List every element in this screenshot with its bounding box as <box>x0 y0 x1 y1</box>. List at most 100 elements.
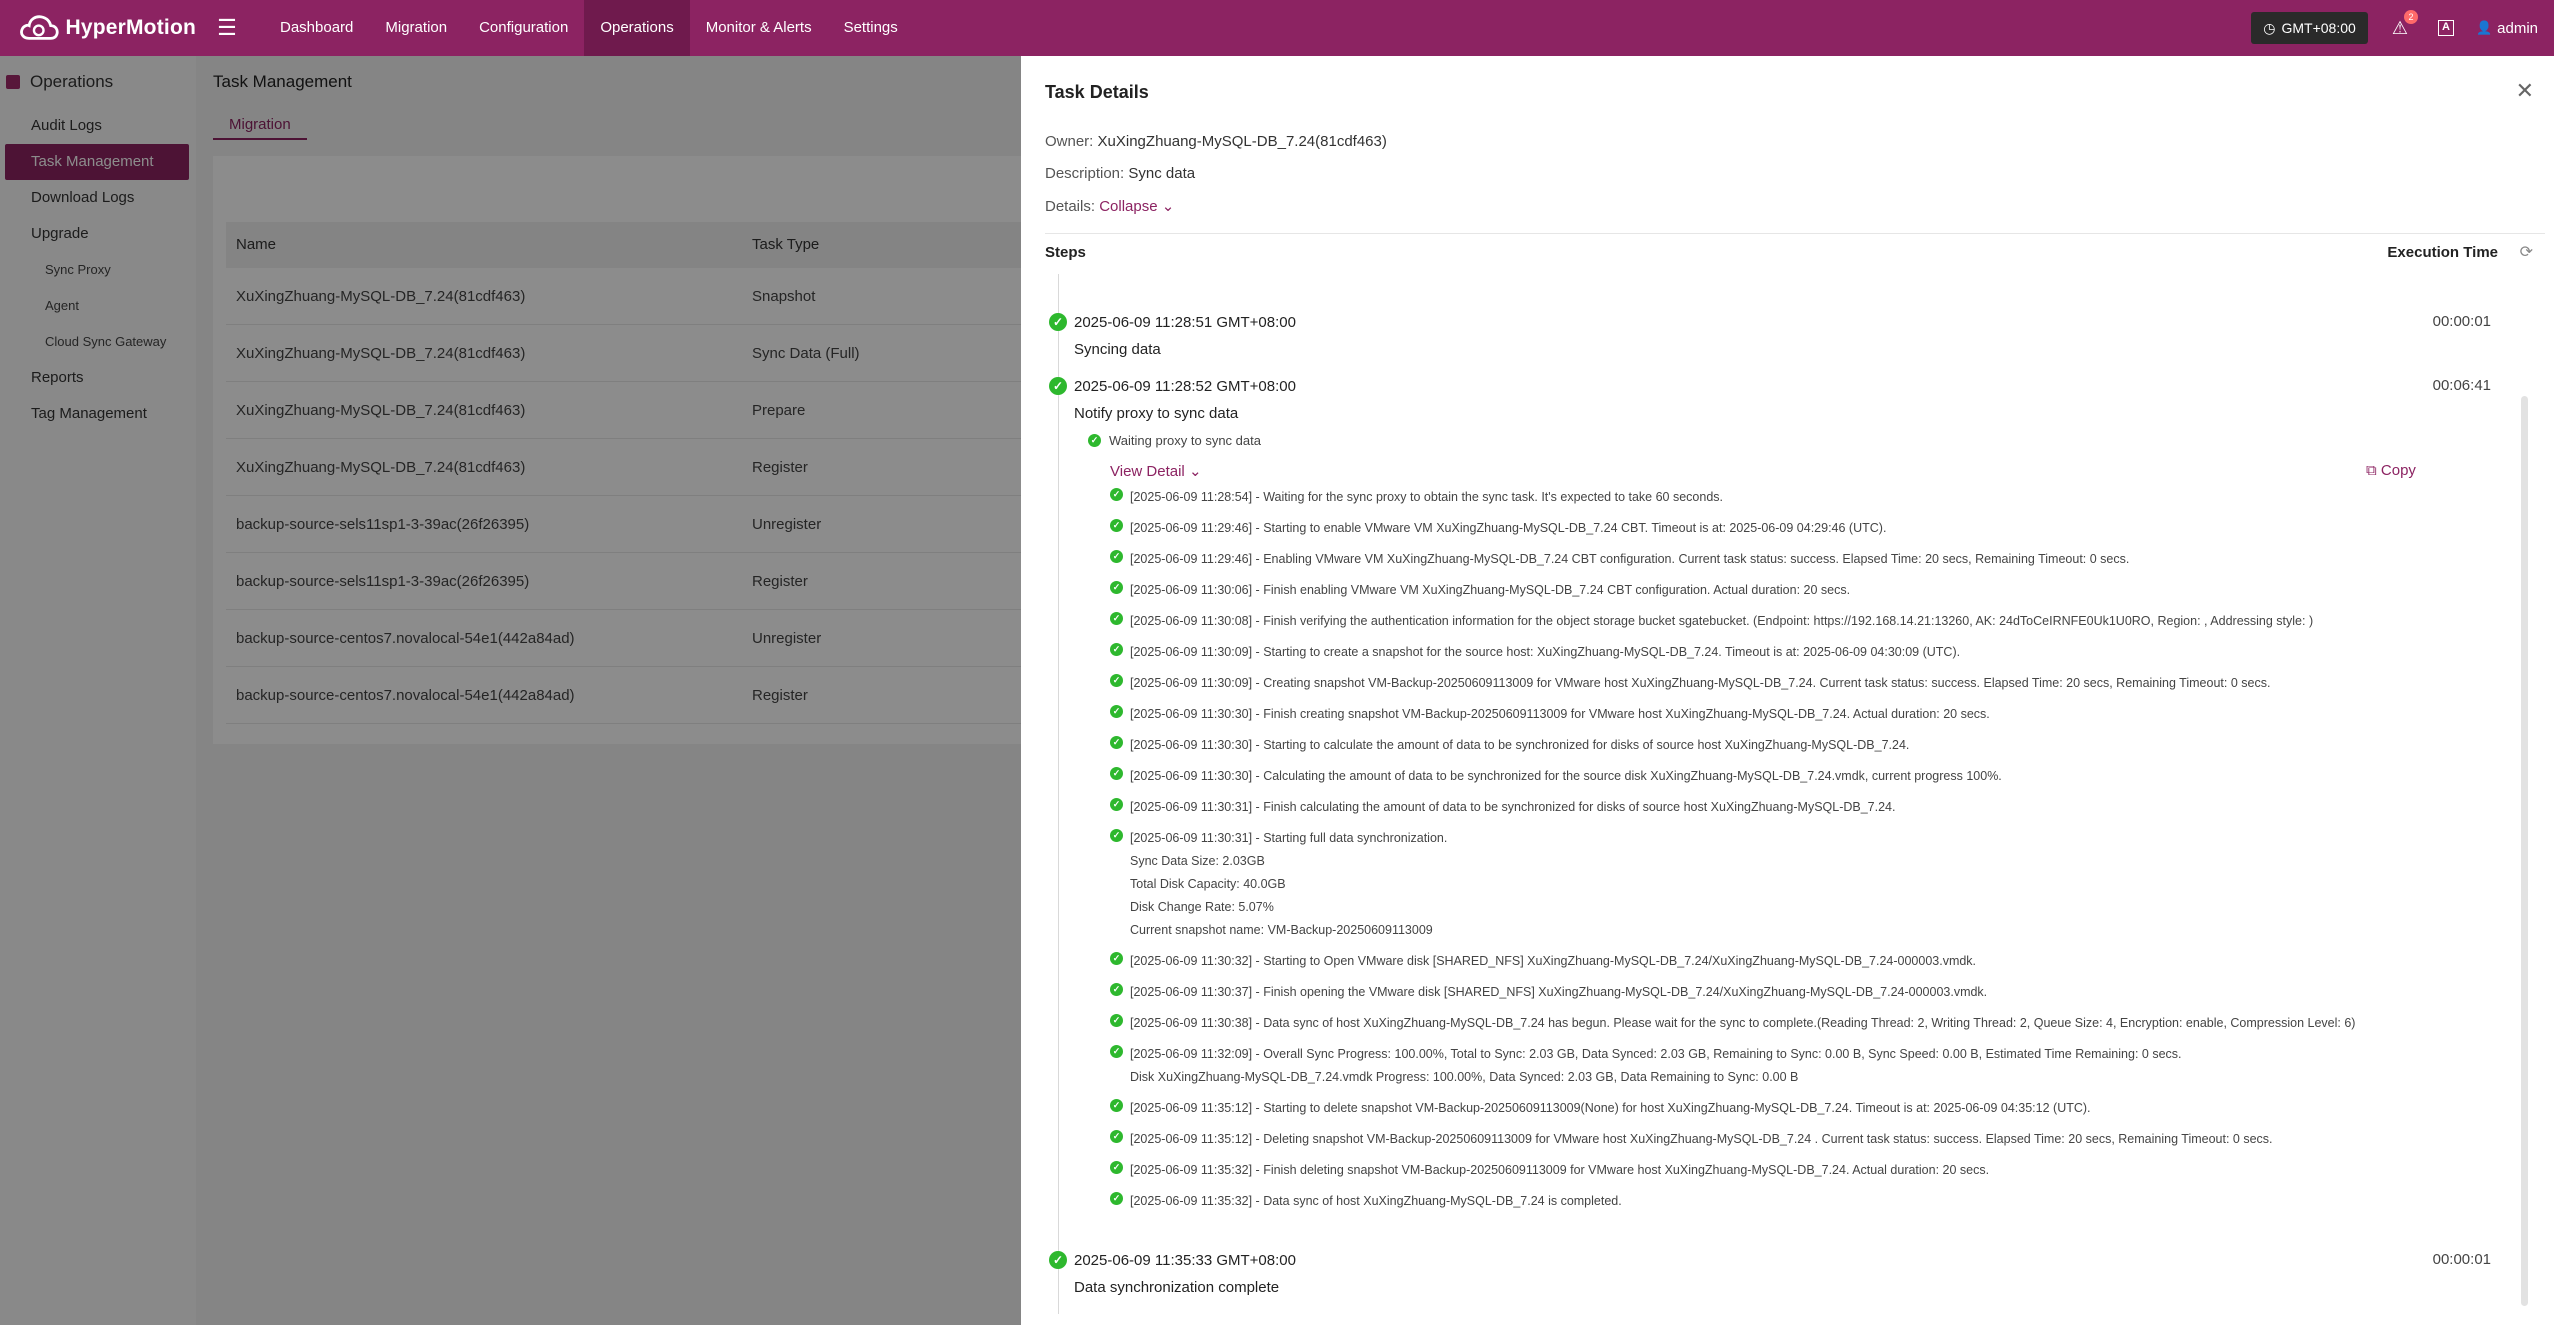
success-check-icon: ✓ <box>1088 434 1101 447</box>
success-check-icon: ✓ <box>1110 674 1123 687</box>
step-time: 2025-06-09 11:28:52 GMT+08:00 <box>1074 378 1296 395</box>
log-text: [2025-06-09 11:30:09] - Creating snapsho… <box>1130 672 2270 695</box>
log-entry: ✓ [2025-06-09 11:35:12] - Deleting snapsh… <box>1110 1128 2273 1151</box>
success-check-icon: ✓ <box>1110 612 1123 625</box>
log-line: [2025-06-09 11:30:32] - Starting to Open… <box>1130 954 1977 968</box>
notification-badge: 2 <box>2403 9 2418 24</box>
success-check-icon: ✓ <box>1049 377 1067 395</box>
log-entry: ✓ [2025-06-09 11:30:30] - Finish creating… <box>1110 703 1990 726</box>
success-check-icon: ✓ <box>1110 983 1123 996</box>
step-name: Data synchronization complete <box>1074 1279 1280 1296</box>
refresh-icon[interactable]: ⟳ <box>2520 242 2533 262</box>
success-check-icon: ✓ <box>1049 313 1067 331</box>
success-check-icon: ✓ <box>1110 952 1123 965</box>
log-line: [2025-06-09 11:28:54] - Waiting for the … <box>1130 490 1723 504</box>
modal-overlay[interactable] <box>0 56 1021 1325</box>
log-line: [2025-06-09 11:35:12] - Deleting snapsho… <box>1130 1132 2273 1146</box>
log-text: [2025-06-09 11:29:46] - Enabling VMware … <box>1130 548 2129 571</box>
log-entry: ✓ [2025-06-09 11:30:08] - Finish verifyin… <box>1110 610 2313 633</box>
log-text: [2025-06-09 11:28:54] - Waiting for the … <box>1130 486 1723 509</box>
language-icon[interactable]: A <box>2437 20 2454 36</box>
description-value: Sync data <box>1128 165 1196 182</box>
menu-toggle-icon[interactable]: ☰ <box>212 15 242 41</box>
log-text: [2025-06-09 11:30:32] - Starting to Open… <box>1130 950 1976 973</box>
log-entry: ✓ [2025-06-09 11:30:31] - Finish calculat… <box>1110 796 1896 819</box>
log-text: [2025-06-09 11:30:08] - Finish verifying… <box>1130 610 2313 633</box>
steps-heading: Steps <box>1045 244 1086 261</box>
log-text: [2025-06-09 11:30:30] - Starting to calc… <box>1130 734 1909 757</box>
log-line: Current snapshot name: VM-Backup-2025060… <box>1130 923 1433 937</box>
user-menu[interactable]: 👤 admin <box>2476 20 2538 37</box>
log-entry: ✓ [2025-06-09 11:35:32] - Data sync of ho… <box>1110 1190 1622 1213</box>
scrollbar[interactable] <box>2521 396 2528 1306</box>
log-entry: ✓ [2025-06-09 11:35:32] - Finish deleting… <box>1110 1159 1989 1182</box>
log-line: [2025-06-09 11:32:09] - Overall Sync Pro… <box>1130 1047 2182 1061</box>
chevron-down-icon: ⌄ <box>1188 463 1202 480</box>
log-entry: ✓ [2025-06-09 11:30:09] - Starting to cre… <box>1110 641 1960 664</box>
owner-value: XuXingZhuang-MySQL-DB_7.24(81cdf463) <box>1097 133 1387 150</box>
step-duration: 00:00:01 <box>2432 1251 2491 1268</box>
copy-button[interactable]: ⧉ Copy <box>2366 462 2416 479</box>
log-line: [2025-06-09 11:30:37] - Finish opening t… <box>1130 985 1988 999</box>
success-check-icon: ✓ <box>1110 519 1123 532</box>
success-check-icon: ✓ <box>1110 705 1123 718</box>
log-line: [2025-06-09 11:30:31] - Starting full da… <box>1130 831 1448 845</box>
top-right-tools: ◷ GMT+08:00 ⚠ 2 A 👤 admin <box>2251 0 2538 56</box>
log-line: Disk XuXingZhuang-MySQL-DB_7.24.vmdk Pro… <box>1130 1070 1799 1084</box>
log-text: [2025-06-09 11:35:32] - Finish deleting … <box>1130 1159 1989 1182</box>
sub-step-label: Waiting proxy to sync data <box>1109 433 1261 448</box>
nav-monitor-alerts[interactable]: Monitor & Alerts <box>690 0 828 56</box>
details-label: Details: <box>1045 198 1096 215</box>
close-icon[interactable]: ✕ <box>2516 78 2534 104</box>
view-detail-toggle[interactable]: View Detail ⌄ <box>1110 462 1202 480</box>
success-check-icon: ✓ <box>1110 1014 1123 1027</box>
brand-logo[interactable]: HyperMotion <box>0 9 196 47</box>
user-name: admin <box>2497 19 2538 37</box>
log-line: [2025-06-09 11:30:31] - Finish calculati… <box>1130 800 1896 814</box>
nav-operations[interactable]: Operations <box>584 0 690 56</box>
log-text: [2025-06-09 11:35:12] - Deleting snapsho… <box>1130 1128 2273 1151</box>
log-line: [2025-06-09 11:30:38] - Data sync of hos… <box>1130 1016 2356 1030</box>
success-check-icon: ✓ <box>1110 550 1123 563</box>
log-entry: ✓ [2025-06-09 11:30:37] - Finish opening … <box>1110 981 1987 1004</box>
nav-dashboard[interactable]: Dashboard <box>264 0 369 56</box>
log-entry: ✓ [2025-06-09 11:30:30] - Calculating the… <box>1110 765 2002 788</box>
log-line: [2025-06-09 11:29:46] - Starting to enab… <box>1130 521 1887 535</box>
log-entry: ✓ [2025-06-09 11:30:38] - Data sync of ho… <box>1110 1012 2355 1035</box>
log-text: [2025-06-09 11:30:30] - Calculating the … <box>1130 765 2002 788</box>
log-line: [2025-06-09 11:35:12] - Starting to dele… <box>1130 1101 2091 1115</box>
log-line: [2025-06-09 11:29:46] - Enabling VMware … <box>1130 552 2130 566</box>
log-text: [2025-06-09 11:30:09] - Starting to crea… <box>1130 641 1960 664</box>
log-text: [2025-06-09 11:32:09] - Overall Sync Pro… <box>1130 1043 2182 1089</box>
collapse-link[interactable]: Collapse ⌄ <box>1099 198 1174 215</box>
user-icon: 👤 <box>2475 20 2493 35</box>
success-check-icon: ✓ <box>1110 829 1123 842</box>
success-check-icon: ✓ <box>1110 736 1123 749</box>
log-text: [2025-06-09 11:30:31] - Starting full da… <box>1130 827 1447 942</box>
log-text: [2025-06-09 11:35:32] - Data sync of hos… <box>1130 1190 1622 1213</box>
timezone-button[interactable]: ◷ GMT+08:00 <box>2251 12 2368 44</box>
log-entry: ✓ [2025-06-09 11:29:46] - Enabling VMware… <box>1110 548 2129 571</box>
description-label: Description: <box>1045 165 1125 182</box>
log-line: [2025-06-09 11:30:30] - Finish creating … <box>1130 707 1990 721</box>
timezone-label: GMT+08:00 <box>2281 20 2356 36</box>
sub-step: ✓ Waiting proxy to sync data <box>1088 433 1261 448</box>
success-check-icon: ✓ <box>1110 1130 1123 1143</box>
log-line: [2025-06-09 11:30:06] - Finish enabling … <box>1130 583 1851 597</box>
step-duration: 00:00:01 <box>2432 313 2491 330</box>
nav-configuration[interactable]: Configuration <box>463 0 584 56</box>
copy-icon: ⧉ <box>2366 462 2377 479</box>
alert-icon[interactable]: ⚠ 2 <box>2392 9 2418 39</box>
success-check-icon: ✓ <box>1110 1099 1123 1112</box>
log-line: Total Disk Capacity: 40.0GB <box>1130 877 1286 891</box>
nav-settings[interactable]: Settings <box>828 0 914 56</box>
log-line: [2025-06-09 11:30:08] - Finish verifying… <box>1130 614 2314 628</box>
divider <box>1045 233 2545 234</box>
step-time: 2025-06-09 11:35:33 GMT+08:00 <box>1074 1252 1296 1269</box>
log-line: Sync Data Size: 2.03GB <box>1130 854 1265 868</box>
description-row: Description: Sync data <box>1045 165 1195 182</box>
log-text: [2025-06-09 11:30:31] - Finish calculati… <box>1130 796 1896 819</box>
log-line: [2025-06-09 11:35:32] - Finish deleting … <box>1130 1163 1990 1177</box>
drawer-title: Task Details <box>1045 82 1149 102</box>
nav-migration[interactable]: Migration <box>369 0 463 56</box>
